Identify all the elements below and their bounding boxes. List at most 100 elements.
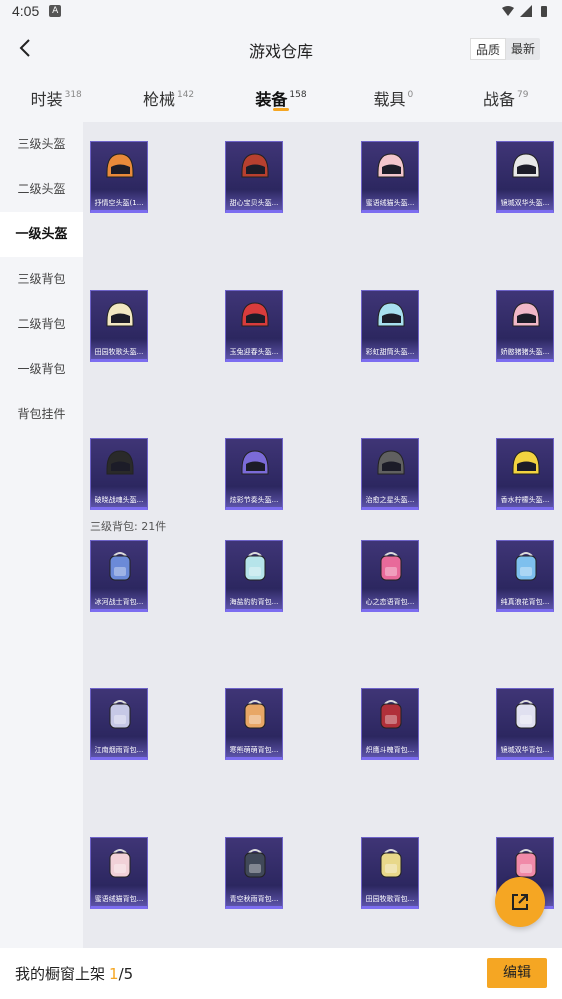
backpack-icon <box>244 552 266 581</box>
item-name: 香水柠檬头盔... <box>500 496 550 504</box>
item-card[interactable]: 蜜语绒猫背包... <box>90 837 148 909</box>
item-name: 蜜语绒猫头盔... <box>365 199 415 207</box>
category-tabs: 时装 318 枪械 142 装备 158 载具 0 战备 79 <box>0 76 562 120</box>
backpack-icon <box>380 700 402 729</box>
sort-toggle: 品质 最新 <box>469 38 540 60</box>
helmet-icon <box>377 302 405 327</box>
tab-label: 时装 <box>30 90 63 109</box>
item-name: 心之恋语背包... <box>365 598 415 606</box>
tab-count: 318 <box>64 90 82 100</box>
sidebar-item-level3-backpack[interactable]: 三级背包 <box>0 257 83 302</box>
item-grid: 三级背包: 21件 抒情空头盔(1... 甜心宝贝头盔... 蜜语绒猫头盔... 镜城… <box>83 122 562 948</box>
item-card[interactable]: 纯真浪花背包... <box>496 540 554 612</box>
item-name: 寒熊萌萌背包... <box>229 746 279 754</box>
backpack-icon <box>515 849 537 878</box>
item-card[interactable]: 青空秋雨背包... <box>225 837 283 909</box>
item-name: 镜城双华头盔... <box>500 199 550 207</box>
item-card[interactable]: 冰河战士背包... <box>90 540 148 612</box>
item-card[interactable]: 镜城双华背包... <box>496 688 554 760</box>
tab-equipment[interactable]: 装备 158 <box>225 76 337 111</box>
backpack-icon <box>515 700 537 729</box>
battery-icon <box>541 6 547 17</box>
item-name: 冰河战士背包... <box>94 598 144 606</box>
tab-fashion[interactable]: 时装 318 <box>0 76 112 110</box>
helmet-icon <box>106 153 134 178</box>
helmet-icon <box>512 450 540 475</box>
tab-count: 0 <box>407 90 414 100</box>
tab-vehicles[interactable]: 载具 0 <box>337 76 449 110</box>
backpack-icon <box>244 849 266 878</box>
helmet-icon <box>241 302 269 327</box>
item-card[interactable]: 镜城双华头盔... <box>496 141 554 213</box>
item-card[interactable]: 玉兔迎春头盔... <box>225 290 283 362</box>
helmet-icon <box>512 153 540 178</box>
backpack-icon <box>109 849 131 878</box>
sidebar-item-level3-helmet[interactable]: 三级头盔 <box>0 122 83 167</box>
item-name: 抒情空头盔(1... <box>94 199 144 207</box>
item-card[interactable]: 抒情空头盔(1... <box>90 141 148 213</box>
backpack-icon <box>109 552 131 581</box>
item-card[interactable]: 心之恋语背包... <box>361 540 419 612</box>
item-name: 镜城双华背包... <box>500 746 550 754</box>
tab-count: 158 <box>289 90 307 100</box>
item-card[interactable]: 炫彩节奏头盔... <box>225 438 283 510</box>
status-time: 4:05 <box>12 3 40 19</box>
signal-icon <box>520 5 532 17</box>
backpack-icon <box>109 700 131 729</box>
item-card[interactable]: 海盐豹豹背包... <box>225 540 283 612</box>
item-name: 纯真浪花背包... <box>500 598 550 606</box>
item-name: 田园牧歌背包... <box>365 895 415 903</box>
edit-button[interactable]: 编辑 <box>487 958 547 988</box>
item-card[interactable]: 甜心宝贝头盔... <box>225 141 283 213</box>
item-card[interactable]: 田园牧歌头盔... <box>90 290 148 362</box>
item-name: 青空秋雨背包... <box>229 895 279 903</box>
item-card[interactable]: 炽鹰斗魄背包... <box>361 688 419 760</box>
item-name: 田园牧歌头盔... <box>94 348 144 356</box>
item-card[interactable]: 江南烟雨背包... <box>90 688 148 760</box>
item-name: 娇憨猪猪头盔... <box>500 348 550 356</box>
sidebar-item-level2-helmet[interactable]: 二级头盔 <box>0 167 83 212</box>
helmet-icon <box>241 153 269 178</box>
item-name: 甜心宝贝头盔... <box>229 199 279 207</box>
sort-new-button[interactable]: 最新 <box>506 38 540 60</box>
item-name: 炫彩节奏头盔... <box>229 496 279 504</box>
sidebar-item-backpack-charm[interactable]: 背包挂件 <box>0 392 83 437</box>
share-button[interactable] <box>495 877 545 927</box>
backpack-icon <box>380 849 402 878</box>
tab-label: 枪械 <box>142 90 175 109</box>
tab-active-indicator <box>272 108 289 111</box>
sidebar-item-level1-helmet[interactable]: 一级头盔 <box>0 212 83 257</box>
helmet-icon <box>512 302 540 327</box>
tab-supplies[interactable]: 战备 79 <box>450 76 562 110</box>
item-name: 江南烟雨背包... <box>94 746 144 754</box>
item-card[interactable]: 蜜语绒猫头盔... <box>361 141 419 213</box>
item-card[interactable]: 娇憨猪猪头盔... <box>496 290 554 362</box>
item-card[interactable]: 寒熊萌萌背包... <box>225 688 283 760</box>
subcategory-sidebar: 三级头盔 二级头盔 一级头盔 三级背包 二级背包 一级背包 背包挂件 <box>0 122 83 948</box>
item-card[interactable]: 彩虹甜筒头盔... <box>361 290 419 362</box>
tab-count: 142 <box>176 90 195 100</box>
item-card[interactable]: 破晓战魂头盔... <box>90 438 148 510</box>
item-name: 玉兔迎春头盔... <box>229 348 279 356</box>
section-label: 三级背包: 21件 <box>90 520 167 533</box>
item-name: 彩虹甜筒头盔... <box>365 348 415 356</box>
item-card[interactable]: 香水柠檬头盔... <box>496 438 554 510</box>
item-card[interactable]: 治愈之星头盔... <box>361 438 419 510</box>
header: 游戏仓库 品质 最新 <box>0 22 562 76</box>
notification-icon: A <box>49 5 62 17</box>
status-bar: 4:05 A <box>0 0 562 22</box>
backpack-icon <box>515 552 537 581</box>
helmet-icon <box>106 302 134 327</box>
helmet-icon <box>377 153 405 178</box>
tab-weapons[interactable]: 枪械 142 <box>113 76 225 110</box>
item-name: 蜜语绒猫背包... <box>94 895 144 903</box>
sort-quality-button[interactable]: 品质 <box>469 38 506 60</box>
wifi-icon <box>502 6 514 16</box>
backpack-icon <box>244 700 266 729</box>
tab-label: 装备 <box>255 90 288 109</box>
item-name: 治愈之星头盔... <box>365 496 415 504</box>
sidebar-item-level1-backpack[interactable]: 一级背包 <box>0 347 83 392</box>
sidebar-item-level2-backpack[interactable]: 二级背包 <box>0 302 83 347</box>
item-card[interactable]: 田园牧歌背包... <box>361 837 419 909</box>
helmet-icon <box>241 450 269 475</box>
